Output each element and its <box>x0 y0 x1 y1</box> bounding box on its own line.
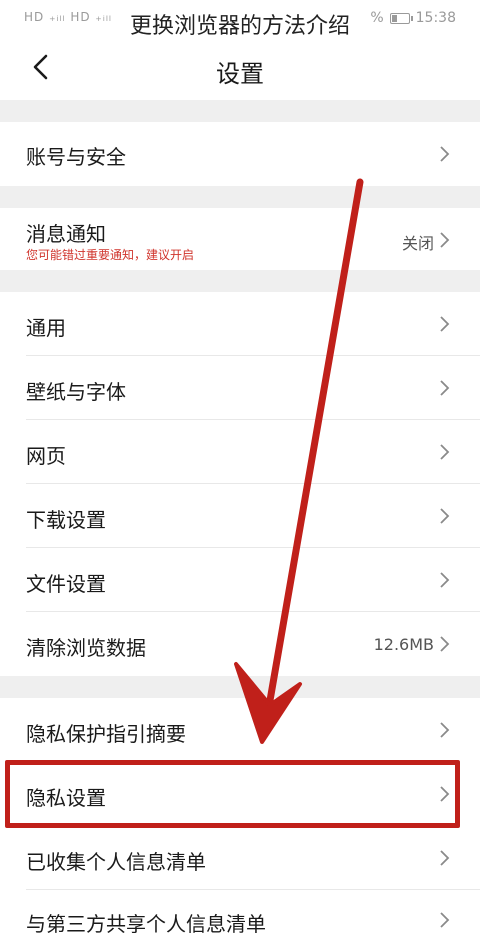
settings-row-download[interactable]: 下载设置 <box>0 484 480 548</box>
chevron-right-icon <box>440 786 450 802</box>
row-label: 通用 <box>26 316 66 340</box>
chevron-right-icon <box>440 232 450 248</box>
settings-row-general[interactable]: 通用 <box>0 292 480 356</box>
row-label: 下载设置 <box>26 508 106 532</box>
page-title: 设置 <box>216 60 264 88</box>
settings-row-clear-data[interactable]: 清除浏览数据 12.6MB <box>0 612 480 676</box>
chevron-right-icon <box>440 636 450 652</box>
section-gap <box>0 100 480 122</box>
settings-row-privacy-summary[interactable]: 隐私保护指引摘要 <box>0 698 480 762</box>
row-label: 网页 <box>26 444 66 468</box>
section-gap <box>0 270 480 292</box>
chevron-right-icon <box>440 572 450 588</box>
chevron-right-icon <box>440 380 450 396</box>
row-label: 已收集个人信息清单 <box>26 850 206 874</box>
chevron-right-icon <box>440 316 450 332</box>
settings-row-privacy-settings[interactable]: 隐私设置 <box>0 762 480 826</box>
row-label: 账号与安全 <box>26 145 126 169</box>
row-label: 消息通知 <box>26 222 106 246</box>
notification-status: 关闭 <box>401 234 434 253</box>
chevron-right-icon <box>440 850 450 866</box>
section-gap <box>0 676 480 698</box>
settings-row-account[interactable]: 账号与安全 <box>0 122 480 186</box>
cache-size: 12.6MB <box>373 635 434 654</box>
nav-bar: 设置 <box>0 36 480 100</box>
row-label: 隐私保护指引摘要 <box>26 722 186 746</box>
settings-row-webpage[interactable]: 网页 <box>0 420 480 484</box>
row-label: 清除浏览数据 <box>26 636 146 660</box>
chevron-right-icon <box>440 444 450 460</box>
settings-row-third-party[interactable]: 与第三方共享个人信息清单 <box>0 890 480 937</box>
row-label: 与第三方共享个人信息清单 <box>26 912 266 936</box>
chevron-right-icon <box>440 912 450 928</box>
settings-row-collected-info[interactable]: 已收集个人信息清单 <box>0 826 480 890</box>
chevron-right-icon <box>440 146 450 162</box>
chevron-right-icon <box>440 508 450 524</box>
section-gap <box>0 186 480 208</box>
settings-row-notification[interactable]: 消息通知 您可能错过重要通知，建议开启 关闭 <box>0 208 480 270</box>
chevron-right-icon <box>440 722 450 738</box>
row-label: 文件设置 <box>26 572 106 596</box>
row-label: 隐私设置 <box>26 786 106 810</box>
settings-row-files[interactable]: 文件设置 <box>0 548 480 612</box>
settings-row-wallpaper[interactable]: 壁纸与字体 <box>0 356 480 420</box>
row-label: 壁纸与字体 <box>26 380 126 404</box>
notification-warning: 您可能错过重要通知，建议开启 <box>26 248 195 262</box>
